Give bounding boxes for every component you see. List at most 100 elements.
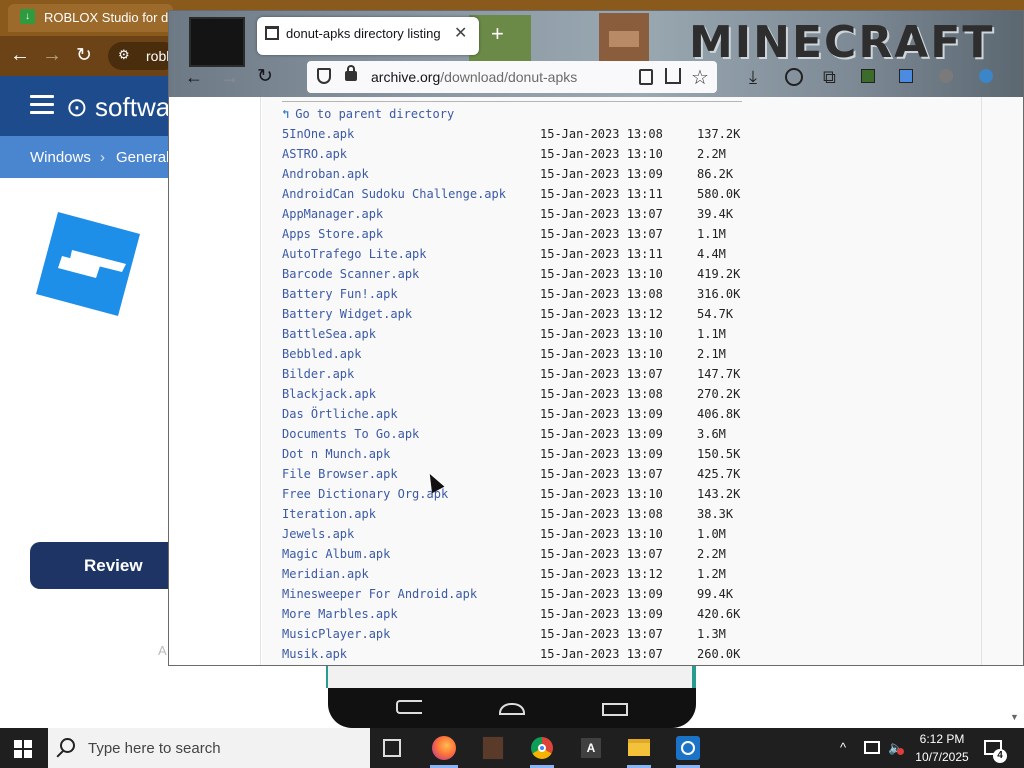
- file-link[interactable]: Minesweeper For Android.apk: [282, 587, 477, 601]
- extension-1-icon[interactable]: [861, 69, 875, 83]
- phone-home-icon[interactable]: [499, 703, 525, 715]
- review-button[interactable]: Review: [30, 542, 180, 589]
- file-link[interactable]: Dot n Munch.apk: [282, 447, 390, 461]
- app-taskbar-icon[interactable]: [676, 736, 700, 760]
- close-tab-icon[interactable]: ✕: [454, 23, 467, 43]
- back-arrow-icon[interactable]: ←: [185, 67, 203, 88]
- file-link[interactable]: Jewels.apk: [282, 527, 354, 541]
- file-size: 99.4K: [697, 587, 734, 601]
- file-explorer-taskbar-icon[interactable]: [628, 739, 650, 756]
- file-link[interactable]: Magic Album.apk: [282, 547, 390, 561]
- file-link[interactable]: Barcode Scanner.apk: [282, 267, 419, 281]
- ad-label: A: [158, 643, 167, 658]
- file-link[interactable]: File Browser.apk: [282, 467, 398, 481]
- phone-recents-icon[interactable]: [602, 703, 628, 716]
- file-size: 420.6K: [697, 607, 741, 621]
- file-date: 15-Jan-2023 13:08: [540, 287, 663, 301]
- file-link[interactable]: AppManager.apk: [282, 207, 383, 221]
- extension-2-icon[interactable]: [899, 69, 913, 83]
- clock-time[interactable]: 6:12 PM: [912, 732, 972, 746]
- bookmark-star-icon[interactable]: ☆: [691, 65, 709, 90]
- reload-icon[interactable]: ↻: [76, 44, 92, 67]
- file-link[interactable]: Battery Fun!.apk: [282, 287, 398, 301]
- file-size: 260.0K: [697, 647, 741, 661]
- firefox-taskbar-icon[interactable]: [432, 736, 456, 760]
- minecraft-taskbar-icon[interactable]: [482, 736, 504, 760]
- back-arrow-icon[interactable]: ←: [10, 44, 30, 67]
- file-date: 15-Jan-2023 13:09: [540, 427, 663, 441]
- file-size: 2.2M: [697, 547, 726, 561]
- forward-arrow-icon[interactable]: →: [42, 44, 62, 67]
- file-link[interactable]: Musik.apk: [282, 647, 347, 661]
- file-date: 15-Jan-2023 13:08: [540, 127, 663, 141]
- site-settings-icon[interactable]: ⚙: [118, 47, 130, 63]
- roblox-logo-icon: [36, 212, 140, 316]
- app-a-taskbar-icon[interactable]: A: [581, 738, 601, 758]
- network-icon[interactable]: [864, 741, 880, 754]
- extension-3-icon[interactable]: [939, 69, 953, 83]
- file-link[interactable]: AndroidCan Sudoku Challenge.apk: [282, 187, 506, 201]
- forward-arrow-icon[interactable]: →: [221, 67, 239, 88]
- clock-date[interactable]: 10/7/2025: [912, 750, 972, 764]
- task-view-icon[interactable]: [383, 739, 401, 757]
- file-date: 15-Jan-2023 13:10: [540, 487, 663, 501]
- parent-link-label: Go to parent directory: [295, 107, 455, 121]
- account-icon[interactable]: [785, 68, 803, 86]
- file-link[interactable]: Documents To Go.apk: [282, 427, 419, 441]
- scroll-down-icon[interactable]: ▼: [1010, 712, 1019, 722]
- file-date: 15-Jan-2023 13:10: [540, 527, 663, 541]
- file-size: 425.7K: [697, 467, 741, 481]
- file-link[interactable]: Iteration.apk: [282, 507, 376, 521]
- file-link[interactable]: Bilder.apk: [282, 367, 354, 381]
- directory-listing: ↰ Go to parent directory 5InOne.apk 15-Jan…: [262, 97, 981, 665]
- file-link[interactable]: Battery Widget.apk: [282, 307, 412, 321]
- new-tab-icon[interactable]: +: [491, 21, 504, 47]
- lock-icon[interactable]: [345, 71, 357, 81]
- file-link[interactable]: Apps Store.apk: [282, 227, 383, 241]
- file-size: 147.7K: [697, 367, 741, 381]
- file-link[interactable]: AutoTrafego Lite.apk: [282, 247, 427, 261]
- save-to-pocket-icon[interactable]: [665, 68, 681, 84]
- phone-back-icon[interactable]: [396, 700, 422, 714]
- site-logo[interactable]: ⊙ softwa: [66, 92, 170, 123]
- reader-view-icon[interactable]: [639, 69, 653, 85]
- folder-up-icon: ↰: [282, 107, 290, 121]
- windows-start-icon[interactable]: [14, 740, 32, 758]
- page-margin-left: [169, 97, 261, 665]
- file-link[interactable]: More Marbles.apk: [282, 607, 398, 621]
- file-size: 2.2M: [697, 147, 726, 161]
- parent-directory-link[interactable]: ↰ Go to parent directory: [282, 107, 454, 121]
- archive-favicon-icon: [265, 26, 279, 40]
- theme-title-art: MINECRAFT: [689, 17, 995, 68]
- tracking-shield-icon[interactable]: [317, 68, 331, 84]
- theme-enderman-art: [189, 17, 245, 67]
- phone-app-strip: [326, 664, 696, 688]
- file-size: 54.7K: [697, 307, 734, 321]
- file-link[interactable]: Blackjack.apk: [282, 387, 376, 401]
- file-size: 270.2K: [697, 387, 741, 401]
- file-size: 150.5K: [697, 447, 741, 461]
- extensions-icon[interactable]: ⧉: [823, 67, 836, 88]
- file-link[interactable]: Bebbled.apk: [282, 347, 361, 361]
- file-link[interactable]: BattleSea.apk: [282, 327, 376, 341]
- hamburger-menu-icon[interactable]: [30, 95, 54, 115]
- file-link[interactable]: Das Örtliche.apk: [282, 407, 398, 421]
- url-path: /download/donut-apks: [440, 69, 578, 85]
- reload-icon[interactable]: ↻: [257, 65, 273, 88]
- show-hidden-icons-icon[interactable]: ^: [840, 740, 846, 755]
- downloads-icon[interactable]: ⤓: [749, 67, 757, 88]
- breadcrumb-windows[interactable]: Windows: [30, 149, 91, 166]
- extension-4-icon[interactable]: [979, 69, 993, 83]
- search-placeholder[interactable]: Type here to search: [88, 740, 221, 757]
- file-link[interactable]: Meridian.apk: [282, 567, 369, 581]
- file-date: 15-Jan-2023 13:07: [540, 547, 663, 561]
- chrome-icon-center: [538, 744, 546, 752]
- file-link[interactable]: ASTRO.apk: [282, 147, 347, 161]
- breadcrumb-separator: ›: [100, 149, 105, 166]
- url-text[interactable]: archive.org/download/donut-apks: [371, 69, 577, 85]
- file-link[interactable]: Androban.apk: [282, 167, 369, 181]
- file-link[interactable]: MusicPlayer.apk: [282, 627, 390, 641]
- file-link[interactable]: 5InOne.apk: [282, 127, 354, 141]
- breadcrumb-general[interactable]: General: [116, 149, 169, 166]
- file-link[interactable]: Free Dictionary Org.apk: [282, 487, 448, 501]
